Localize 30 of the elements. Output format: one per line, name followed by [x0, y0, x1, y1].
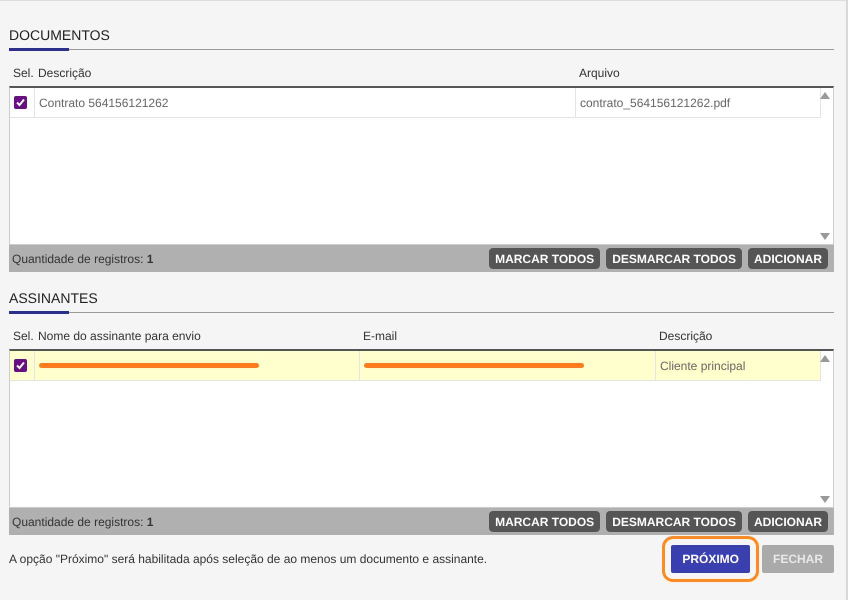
scroll-up-icon[interactable] [820, 92, 830, 99]
action-button[interactable]: DESMARCAR TODOS [606, 248, 742, 269]
scroll-down-icon[interactable] [820, 496, 830, 503]
column-header: Sel. [12, 66, 34, 82]
section-title: DOCUMENTOS [9, 26, 111, 45]
record-count: Quantidade de registros: 1 [12, 514, 154, 528]
column-header: E-mail [362, 329, 398, 345]
column-header: Nome do assinante para envio [37, 329, 202, 345]
scroll-down-icon[interactable] [820, 233, 830, 240]
info-text: A opção "Próximo" será habilitada após seleção de ao menos um documento e assinante. [9, 552, 488, 566]
action-button[interactable]: ADICIONAR [748, 248, 828, 269]
column-header: Descrição [658, 329, 714, 345]
checkbox[interactable] [14, 96, 27, 109]
section-title: ASSINANTES [9, 289, 99, 308]
action-button[interactable]: ADICIONAR [748, 511, 828, 532]
table-row[interactable]: Contrato 564156121262 contrato_564156121262.pdf [10, 88, 821, 118]
action-button[interactable]: MARCAR TODOS [489, 511, 600, 532]
table-cell: Cliente principal [660, 358, 746, 372]
checkbox[interactable] [14, 359, 27, 372]
column-header: Sel. [12, 329, 34, 345]
column-header: Descrição [37, 66, 92, 82]
record-count: Quantidade de registros: 1 [12, 252, 154, 266]
action-button[interactable]: DESMARCAR TODOS [606, 511, 742, 532]
table-row[interactable]: Cliente principal [10, 351, 821, 381]
scroll-up-icon[interactable] [820, 355, 830, 362]
action-button[interactable]: MARCAR TODOS [489, 248, 600, 269]
next-button[interactable]: PRÓXIMO [671, 545, 750, 573]
column-header: Arquivo [578, 66, 621, 82]
table-cell: Contrato 564156121262 [39, 96, 168, 110]
table-cell: contrato_564156121262.pdf [580, 96, 730, 110]
